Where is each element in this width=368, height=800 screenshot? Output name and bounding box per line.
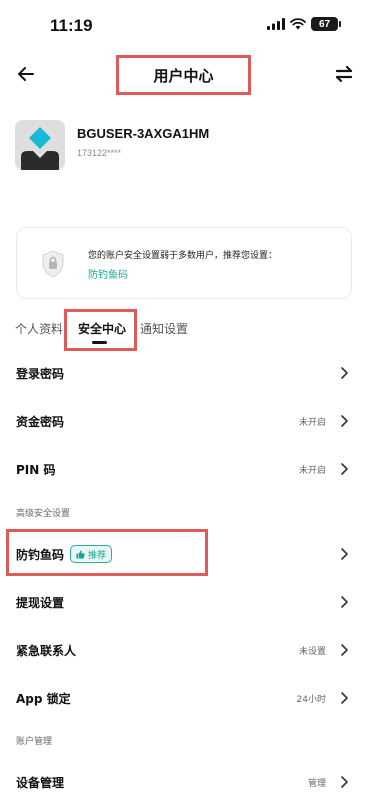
chevron-right-icon xyxy=(341,644,348,656)
chevron-right-icon xyxy=(341,692,348,704)
user-profile: BGUSER-3AXGA1HM 173122**** xyxy=(15,120,355,176)
user-id: 173122**** xyxy=(77,148,122,158)
avatar-logo-icon xyxy=(15,120,65,170)
row-value: 未开启 xyxy=(298,466,326,476)
row-withdraw-settings[interactable]: 提现设置 xyxy=(0,579,368,627)
alert-message: 您的账户安全设置弱于多数用户，推荐您设置： xyxy=(88,251,278,261)
username: BGUSER-3AXGA1HM xyxy=(77,126,210,141)
tab-notifications[interactable]: 通知设置 xyxy=(140,320,188,337)
row-label: 提现设置 xyxy=(16,596,65,610)
chevron-right-icon xyxy=(341,415,348,427)
row-label: PIN 码 xyxy=(16,463,56,477)
row-emergency-contact[interactable]: 紧急联系人 未设置 xyxy=(0,627,368,675)
security-alert-card: 您的账户安全设置弱于多数用户，推荐您设置： 防钓鱼码 xyxy=(16,227,352,299)
row-label: 登录密码 xyxy=(16,367,65,381)
row-app-lock[interactable]: App 锁定 24小时 xyxy=(0,675,368,723)
status-icons: 67 xyxy=(267,17,341,31)
anti-phishing-highlight-box xyxy=(6,529,208,576)
chevron-right-icon xyxy=(341,596,348,608)
chevron-right-icon xyxy=(341,548,348,560)
chevron-right-icon xyxy=(341,463,348,475)
nav-bar: 用户中心 xyxy=(0,52,368,96)
swap-icon[interactable] xyxy=(332,62,356,86)
section-header-account: 账户管理 xyxy=(16,737,53,747)
row-label: App 锁定 xyxy=(16,692,71,706)
row-fund-password[interactable]: 资金密码 未开启 xyxy=(0,398,368,446)
wifi-icon xyxy=(290,18,306,30)
avatar xyxy=(15,120,65,170)
row-pin[interactable]: PIN 码 未开启 xyxy=(0,446,368,494)
page-title: 用户中心 xyxy=(116,55,251,95)
tab-profile[interactable]: 个人资料 xyxy=(15,320,63,337)
row-login-password[interactable]: 登录密码 xyxy=(0,350,368,398)
row-label: 紧急联系人 xyxy=(16,644,77,658)
back-arrow-icon[interactable] xyxy=(14,62,38,86)
section-header-advanced: 高级安全设置 xyxy=(16,509,71,519)
battery-icon: 67 xyxy=(311,17,341,31)
anti-phishing-link[interactable]: 防钓鱼码 xyxy=(88,266,128,281)
row-label: 设备管理 xyxy=(16,776,65,790)
row-value: 24小时 xyxy=(296,695,326,705)
chevron-right-icon xyxy=(341,367,348,379)
row-value: 管理 xyxy=(307,779,326,789)
active-tab-indicator xyxy=(92,341,107,344)
row-value: 未设置 xyxy=(298,647,326,657)
row-value: 未开启 xyxy=(298,418,326,428)
status-time: 11:19 xyxy=(50,16,93,35)
chevron-right-icon xyxy=(341,776,348,788)
row-label: 资金密码 xyxy=(16,415,65,429)
status-bar: 11:19 67 xyxy=(0,0,368,50)
row-device-management[interactable]: 设备管理 管理 xyxy=(0,759,368,800)
shield-lock-icon xyxy=(42,250,64,278)
tab-security[interactable]: 安全中心 xyxy=(78,320,126,337)
signal-icon xyxy=(267,18,285,30)
